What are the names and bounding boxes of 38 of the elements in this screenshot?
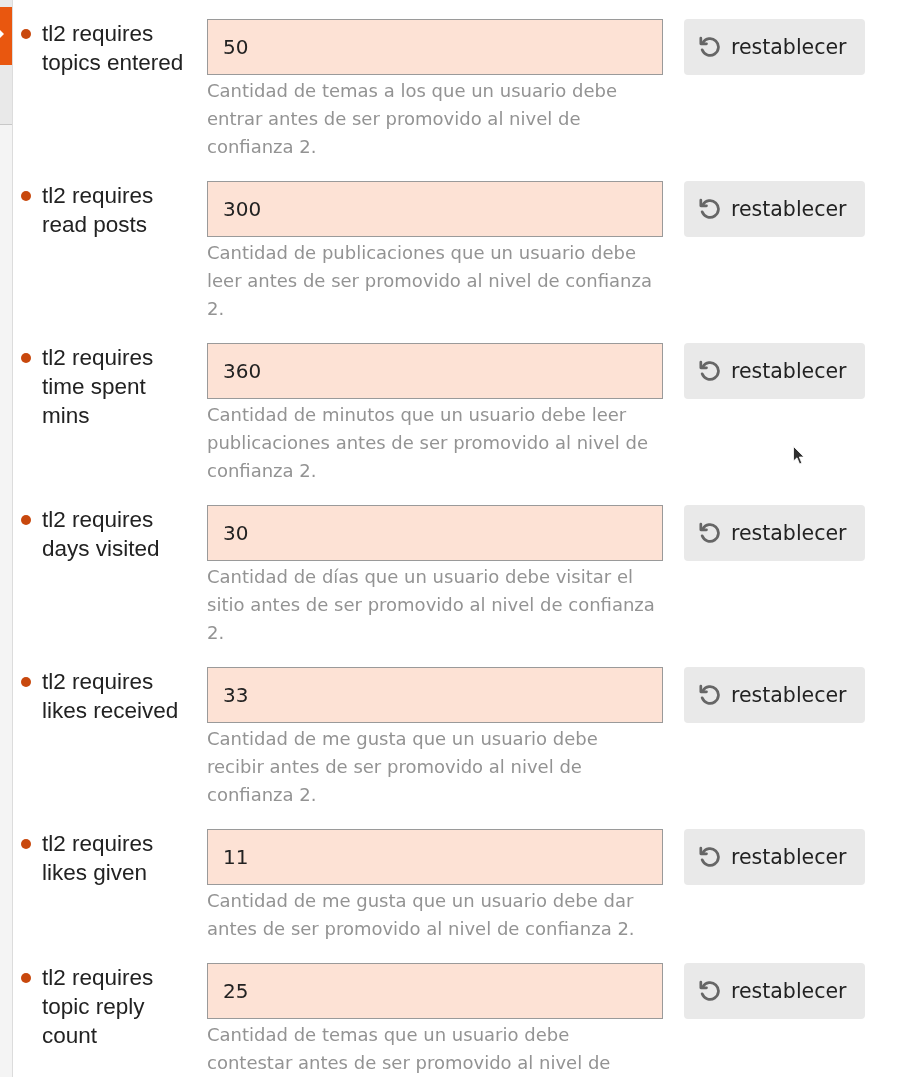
undo-icon — [698, 36, 720, 58]
setting-label: tl2 requires likes received — [42, 668, 180, 725]
chevron-icon — [0, 30, 4, 38]
setting-label: tl2 requires read posts — [42, 182, 155, 239]
setting-input[interactable]: 11 — [207, 829, 663, 885]
setting-label: tl2 requires time spent mins — [42, 344, 155, 430]
undo-icon — [698, 522, 720, 544]
reset-button[interactable]: restablecer — [684, 963, 865, 1019]
setting-label: tl2 requires topics entered — [42, 20, 185, 77]
setting-input[interactable]: 300 — [207, 181, 663, 237]
reset-button[interactable]: restablecer — [684, 667, 865, 723]
undo-icon — [698, 980, 720, 1002]
undo-icon — [698, 360, 720, 382]
reset-button[interactable]: restablecer — [684, 343, 865, 399]
undo-icon — [698, 846, 720, 868]
undo-icon — [698, 198, 720, 220]
setting-label: tl2 requires days visited — [42, 506, 161, 563]
setting-description: Cantidad de días que un usuario debe visitar el sitio antes de ser promovido al nivel de confianza 2. — [207, 565, 656, 645]
setting-description: Cantidad de minutos que un usuario debe leer publicaciones antes de ser promovido al nivel de confianza 2. — [207, 403, 650, 483]
setting-input[interactable]: 50 — [207, 19, 663, 75]
setting-description: Cantidad de me gusta que un usuario debe recibir antes de ser promovido al nivel de confianza 2. — [207, 727, 599, 807]
setting-label: tl2 requires likes given — [42, 830, 155, 887]
setting-input[interactable]: 33 — [207, 667, 663, 723]
undo-icon — [698, 684, 720, 706]
sidebar-toggle-button[interactable] — [0, 7, 12, 65]
setting-description: Cantidad de me gusta que un usuario debe dar antes de ser promovido al nivel de confianza 2. — [207, 889, 636, 941]
reset-button[interactable]: restablecer — [684, 19, 865, 75]
reset-button[interactable]: restablecer — [684, 829, 865, 885]
mouse-pointer-icon — [793, 446, 805, 465]
setting-input[interactable]: 25 — [207, 963, 663, 1019]
setting-description: Cantidad de publicaciones que un usuario debe leer antes de ser promovido al nivel de confianza 2. — [207, 241, 653, 321]
setting-input[interactable]: 30 — [207, 505, 663, 561]
reset-button[interactable]: restablecer — [684, 505, 865, 561]
setting-label: tl2 requires topic reply count — [42, 964, 155, 1050]
reset-button[interactable]: restablecer — [684, 181, 865, 237]
setting-description: Cantidad de temas a los que un usuario debe entrar antes de ser promovido al nivel de confianza 2. — [207, 79, 619, 159]
setting-input[interactable]: 360 — [207, 343, 663, 399]
setting-description: Cantidad de temas que un usuario debe contestar antes de ser promovido al nivel de — [207, 1023, 612, 1075]
